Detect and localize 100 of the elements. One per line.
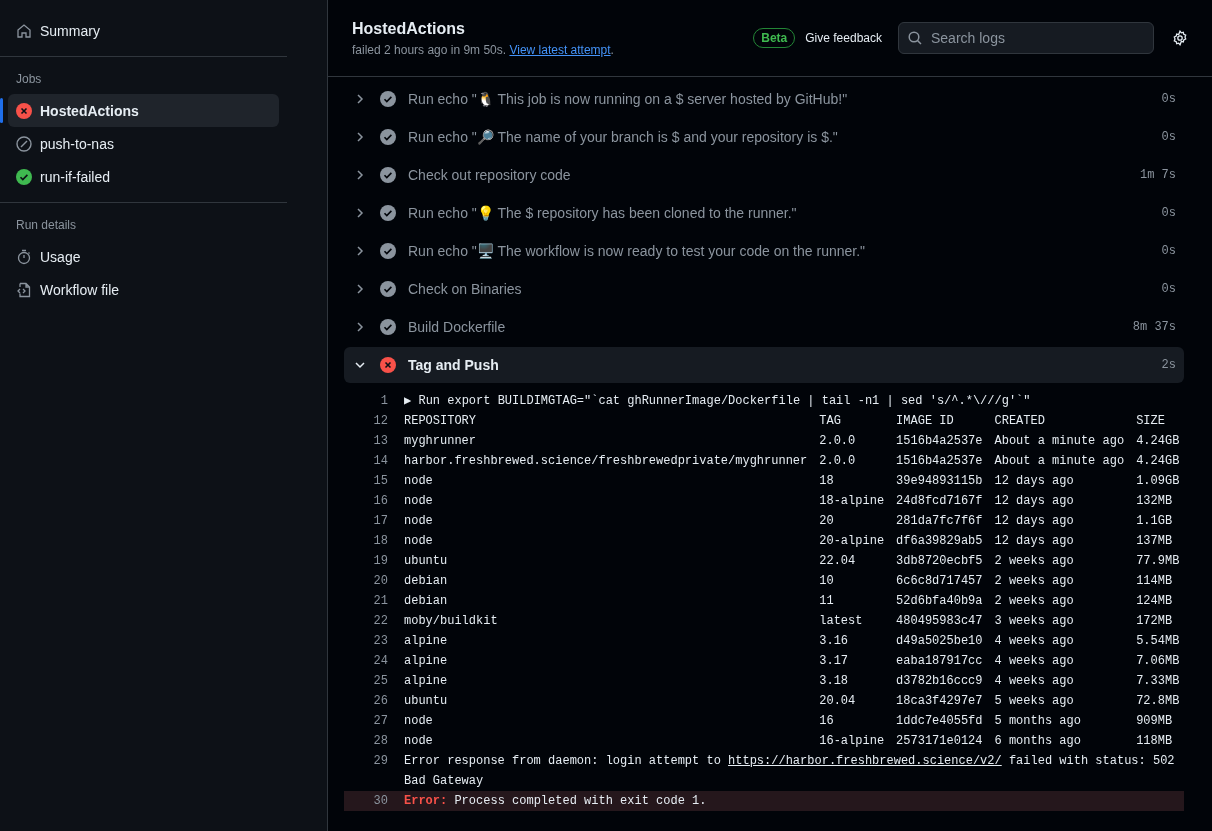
- log-cell-text: 77.9MB: [1136, 553, 1181, 570]
- log-cell-text: 52d6bfa40b9a: [896, 593, 983, 610]
- log-cell-text: 1.1GB: [1136, 513, 1174, 530]
- log-cell-text: 3.18: [819, 673, 850, 690]
- step-row[interactable]: Build Dockerfile 8m 37s: [344, 309, 1184, 345]
- line-number: 13: [372, 433, 389, 450]
- log-cell-text: d3782b16ccc9: [896, 673, 983, 690]
- step-row[interactable]: Run echo "🔎 The name of your branch is $ and your repository is $." 0s: [344, 119, 1184, 155]
- job-title: HostedActions: [352, 19, 466, 38]
- log-cell-text: 3.16: [819, 633, 850, 650]
- log-cell-text: moby/buildkit: [404, 613, 499, 630]
- line-number: 24: [372, 653, 389, 670]
- log-cell-text: ubuntu: [404, 553, 449, 570]
- log-cell-text: TAG: [819, 413, 842, 430]
- log-cell-text: 2 weeks ago: [994, 593, 1075, 610]
- log-cell-text: About a minute ago: [994, 453, 1125, 470]
- line-number: 23: [372, 633, 389, 650]
- log-cell-text: node: [404, 493, 434, 510]
- stopwatch-icon: [16, 248, 32, 265]
- log-cell-text: 2573171e0124: [896, 733, 983, 750]
- log-cell-text: 10: [819, 573, 835, 590]
- log-cell-text: IMAGE ID: [896, 413, 955, 430]
- line-number: 25: [372, 673, 389, 690]
- step-row[interactable]: Check out repository code 1m 7s: [344, 157, 1184, 193]
- log-cell-text: 20-alpine: [819, 533, 885, 550]
- log-cell-text: 12 days ago: [994, 473, 1075, 490]
- give-feedback-link[interactable]: Give feedback: [805, 31, 882, 45]
- log-cell-text: ubuntu: [404, 693, 449, 710]
- log-cell-text: 4.24GB: [1136, 453, 1181, 470]
- log-cell-text: node: [404, 733, 434, 750]
- log-link[interactable]: https://harbor.freshbrewed.science/v2/: [728, 754, 1002, 768]
- line-number: 21: [372, 593, 389, 610]
- log-cell-text: SIZE: [1136, 413, 1166, 430]
- line-number: 28: [372, 733, 389, 750]
- line-number: 14: [372, 453, 389, 470]
- log-line[interactable]: ▶ Run export BUILDIMGTAG="`cat ghRunnerImage/Dockerfile | tail -n1 | sed 's/^.*\///g'`": [404, 391, 1184, 411]
- log-cell-text: 12 days ago: [994, 533, 1075, 550]
- step-row[interactable]: Check on Binaries 0s: [344, 271, 1184, 307]
- settings-icon[interactable]: [1172, 30, 1188, 46]
- jobs-heading: Jobs: [15, 71, 43, 88]
- log-cell-text: alpine: [404, 653, 449, 670]
- log-cell-text: 12 days ago: [994, 493, 1075, 510]
- log-cell-text: alpine: [404, 673, 449, 690]
- log-cell-text: node: [404, 533, 434, 550]
- log-cell-text: 4 weeks ago: [994, 633, 1075, 650]
- log-cell-text: 3 weeks ago: [994, 613, 1075, 630]
- check-icon: [380, 205, 396, 221]
- log-cell-text: node: [404, 473, 434, 490]
- check-icon: [380, 129, 396, 145]
- line-number: 19: [372, 553, 389, 570]
- log-cell-text: 18ca3f4297e7: [896, 693, 983, 710]
- log-cell-text: 20.04: [819, 693, 857, 710]
- check-icon: [16, 168, 32, 185]
- log-cell-text: 22.04: [819, 553, 857, 570]
- line-number: 22: [372, 613, 389, 630]
- job-item[interactable]: run-if-failed: [8, 160, 279, 193]
- log-cell-text: alpine: [404, 633, 449, 650]
- details-link[interactable]: Workflow file: [8, 273, 279, 306]
- details-link[interactable]: Usage: [8, 240, 279, 273]
- log-cell-text: harbor.freshbrewed.science/freshbrewedprivate/myghrunner: [404, 453, 808, 470]
- log-cell-text: 2 weeks ago: [994, 573, 1075, 590]
- log-cell-text: 18-alpine: [819, 493, 885, 510]
- step-row[interactable]: Tag and Push 2s: [344, 347, 1184, 383]
- search-field[interactable]: Search logs: [898, 22, 1154, 54]
- job-item[interactable]: push-to-nas: [8, 127, 279, 160]
- step-row[interactable]: Run echo "🖥 The workflow is now ready to test your code on the runner." 0s: [344, 233, 1184, 269]
- selection-indicator: [0, 98, 3, 123]
- log-cell-text: 2 weeks ago: [994, 553, 1075, 570]
- line-number: 29: [372, 753, 389, 770]
- log-cell-text: latest: [819, 613, 864, 630]
- log-cell-text: 7.06MB: [1136, 653, 1181, 670]
- log-cell-text: eaba187917cc: [896, 653, 983, 670]
- log-cell-text: debian: [404, 593, 449, 610]
- log-cell-text: REPOSITORY: [404, 413, 477, 430]
- summary-link[interactable]: Summary: [8, 14, 279, 47]
- log-cell-text: 5.54MB: [1136, 633, 1181, 650]
- log-cell-text: 132MB: [1136, 493, 1174, 510]
- step-row[interactable]: Run echo "🐧 This job is now running on a $ server hosted by GitHub!" 0s: [344, 81, 1184, 117]
- job-status-text: failed 2 hours ago in 9m 50s. View latest attempt.: [352, 42, 615, 57]
- line-number: 12: [372, 413, 389, 430]
- job-item[interactable]: HostedActions: [8, 94, 279, 127]
- line-number: 16: [372, 493, 389, 510]
- line-number: 20: [372, 573, 389, 590]
- log-cell-text: 1ddc7e4055fd: [896, 713, 983, 730]
- log-line: Error response from daemon: login attempt to https://harbor.freshbrewed.science/v2/ failed with status: 502 Bad Gateway: [404, 753, 1176, 790]
- line-number: 17: [372, 513, 389, 530]
- log-cell-text: 1516b4a2537e: [896, 453, 983, 470]
- log-cell-text: d49a5025be10: [896, 633, 983, 650]
- log-cell-text: 4 weeks ago: [994, 653, 1075, 670]
- step-row[interactable]: Run echo "💡 The $ repository has been cloned to the runner." 0s: [344, 195, 1184, 231]
- log-cell-text: 39e94893115b: [896, 473, 983, 490]
- log-cell-text: 114MB: [1136, 573, 1174, 590]
- error-icon: [380, 357, 396, 373]
- log-cell-text: 5 months ago: [994, 713, 1082, 730]
- log-cell-text: 2.0.0: [819, 433, 857, 450]
- log-cell-text: 480495983c47: [896, 613, 983, 630]
- line-number: 18: [372, 533, 389, 550]
- log-cell-text: 137MB: [1136, 533, 1174, 550]
- view-latest-attempt-link[interactable]: View latest attempt: [509, 42, 611, 57]
- skipped-icon: [16, 135, 32, 152]
